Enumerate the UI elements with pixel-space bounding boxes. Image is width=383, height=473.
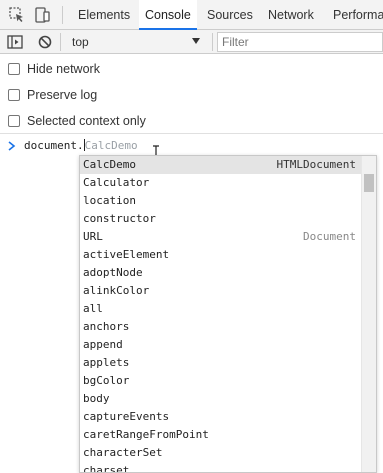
sidebar-toggle-icon[interactable] bbox=[6, 33, 24, 51]
console-toolbar: top bbox=[0, 30, 383, 54]
selected-context-label: Selected context only bbox=[27, 114, 146, 128]
console-input[interactable]: document.CalcDemo bbox=[24, 139, 138, 152]
autocomplete-item-name: alinkColor bbox=[83, 284, 150, 297]
autocomplete-item-name: CalcDemo bbox=[83, 158, 136, 171]
autocomplete-dropdown: CalcDemo HTMLDocument Calculator location co… bbox=[79, 155, 377, 473]
inspect-element-icon[interactable] bbox=[8, 6, 26, 24]
autocomplete-list: CalcDemo HTMLDocument Calculator location co… bbox=[80, 156, 376, 473]
autocomplete-item-name: bgColor bbox=[83, 374, 130, 387]
tab-console[interactable]: Console bbox=[139, 0, 197, 30]
hide-network-setting[interactable]: Hide network bbox=[8, 60, 100, 78]
autocomplete-item[interactable]: anchors bbox=[80, 318, 376, 336]
filter-input[interactable] bbox=[217, 32, 383, 52]
toolbar-divider bbox=[212, 33, 213, 51]
toolbar-divider bbox=[60, 33, 61, 51]
hide-network-label: Hide network bbox=[27, 62, 100, 76]
autocomplete-item[interactable]: CalcDemo HTMLDocument bbox=[80, 156, 376, 174]
autocomplete-item-name: constructor bbox=[83, 212, 156, 225]
preserve-log-setting[interactable]: Preserve log bbox=[8, 86, 97, 104]
autocomplete-item-name: body bbox=[83, 392, 110, 405]
autocomplete-item-name: charset bbox=[83, 464, 130, 473]
console-settings-pane: Hide network Preserve log Selected conte… bbox=[0, 55, 383, 134]
context-selector[interactable]: top bbox=[66, 32, 208, 52]
preserve-log-label: Preserve log bbox=[27, 88, 98, 102]
autocomplete-item-name: adoptNode bbox=[83, 266, 143, 279]
clear-console-icon[interactable] bbox=[36, 33, 54, 51]
devtools-tab-bar: Elements Console Sources Network Perform… bbox=[0, 0, 383, 30]
ghost-completion: CalcDemo bbox=[84, 139, 138, 152]
autocomplete-item[interactable]: alinkColor bbox=[80, 282, 376, 300]
autocomplete-item-name: captureEvents bbox=[83, 410, 170, 423]
autocomplete-item[interactable]: URL Document bbox=[80, 228, 376, 246]
autocomplete-item-type: Document bbox=[303, 230, 356, 243]
autocomplete-item-name: characterSet bbox=[83, 446, 163, 459]
autocomplete-item[interactable]: append bbox=[80, 336, 376, 354]
preserve-log-checkbox[interactable] bbox=[8, 89, 20, 101]
tab-performance[interactable]: Performa bbox=[333, 0, 383, 30]
scrollbar-thumb[interactable] bbox=[364, 174, 374, 192]
autocomplete-item[interactable]: body bbox=[80, 390, 376, 408]
autocomplete-item-name: anchors bbox=[83, 320, 130, 333]
autocomplete-item[interactable]: adoptNode bbox=[80, 264, 376, 282]
autocomplete-item[interactable]: constructor bbox=[80, 210, 376, 228]
autocomplete-item-name: URL bbox=[83, 230, 103, 243]
autocomplete-item-name: location bbox=[83, 194, 136, 207]
autocomplete-item-name: all bbox=[83, 302, 103, 315]
tab-sources[interactable]: Sources bbox=[207, 0, 253, 30]
autocomplete-item[interactable]: Calculator bbox=[80, 174, 376, 192]
autocomplete-item[interactable]: caretRangeFromPoint bbox=[80, 426, 376, 444]
prompt-chevron-icon bbox=[8, 141, 16, 151]
autocomplete-item-name: Calculator bbox=[83, 176, 150, 189]
autocomplete-item[interactable]: bgColor bbox=[80, 372, 376, 390]
toolbar-divider bbox=[62, 6, 63, 24]
autocomplete-item[interactable]: all bbox=[80, 300, 376, 318]
autocomplete-item[interactable]: location bbox=[80, 192, 376, 210]
autocomplete-item[interactable]: captureEvents bbox=[80, 408, 376, 426]
autocomplete-item-name: caretRangeFromPoint bbox=[83, 428, 209, 441]
autocomplete-item[interactable]: applets bbox=[80, 354, 376, 372]
selected-context-checkbox[interactable] bbox=[8, 115, 20, 127]
tab-elements[interactable]: Elements bbox=[78, 0, 130, 30]
typed-text: document. bbox=[24, 139, 84, 152]
autocomplete-item-name: append bbox=[83, 338, 123, 351]
autocomplete-item-name: applets bbox=[83, 356, 130, 369]
device-toolbar-icon[interactable] bbox=[33, 6, 51, 24]
console-prompt[interactable]: document.CalcDemo bbox=[0, 138, 383, 156]
chevron-down-icon bbox=[192, 38, 200, 44]
selected-context-setting[interactable]: Selected context only bbox=[8, 112, 146, 130]
tab-network[interactable]: Network bbox=[268, 0, 314, 30]
autocomplete-item-name: activeElement bbox=[83, 248, 170, 261]
autocomplete-item[interactable]: charset bbox=[80, 462, 376, 473]
autocomplete-item[interactable]: activeElement bbox=[80, 246, 376, 264]
hide-network-checkbox[interactable] bbox=[8, 63, 20, 75]
autocomplete-item[interactable]: characterSet bbox=[80, 444, 376, 462]
autocomplete-scrollbar[interactable] bbox=[361, 156, 376, 472]
autocomplete-item-type: HTMLDocument bbox=[276, 158, 356, 171]
